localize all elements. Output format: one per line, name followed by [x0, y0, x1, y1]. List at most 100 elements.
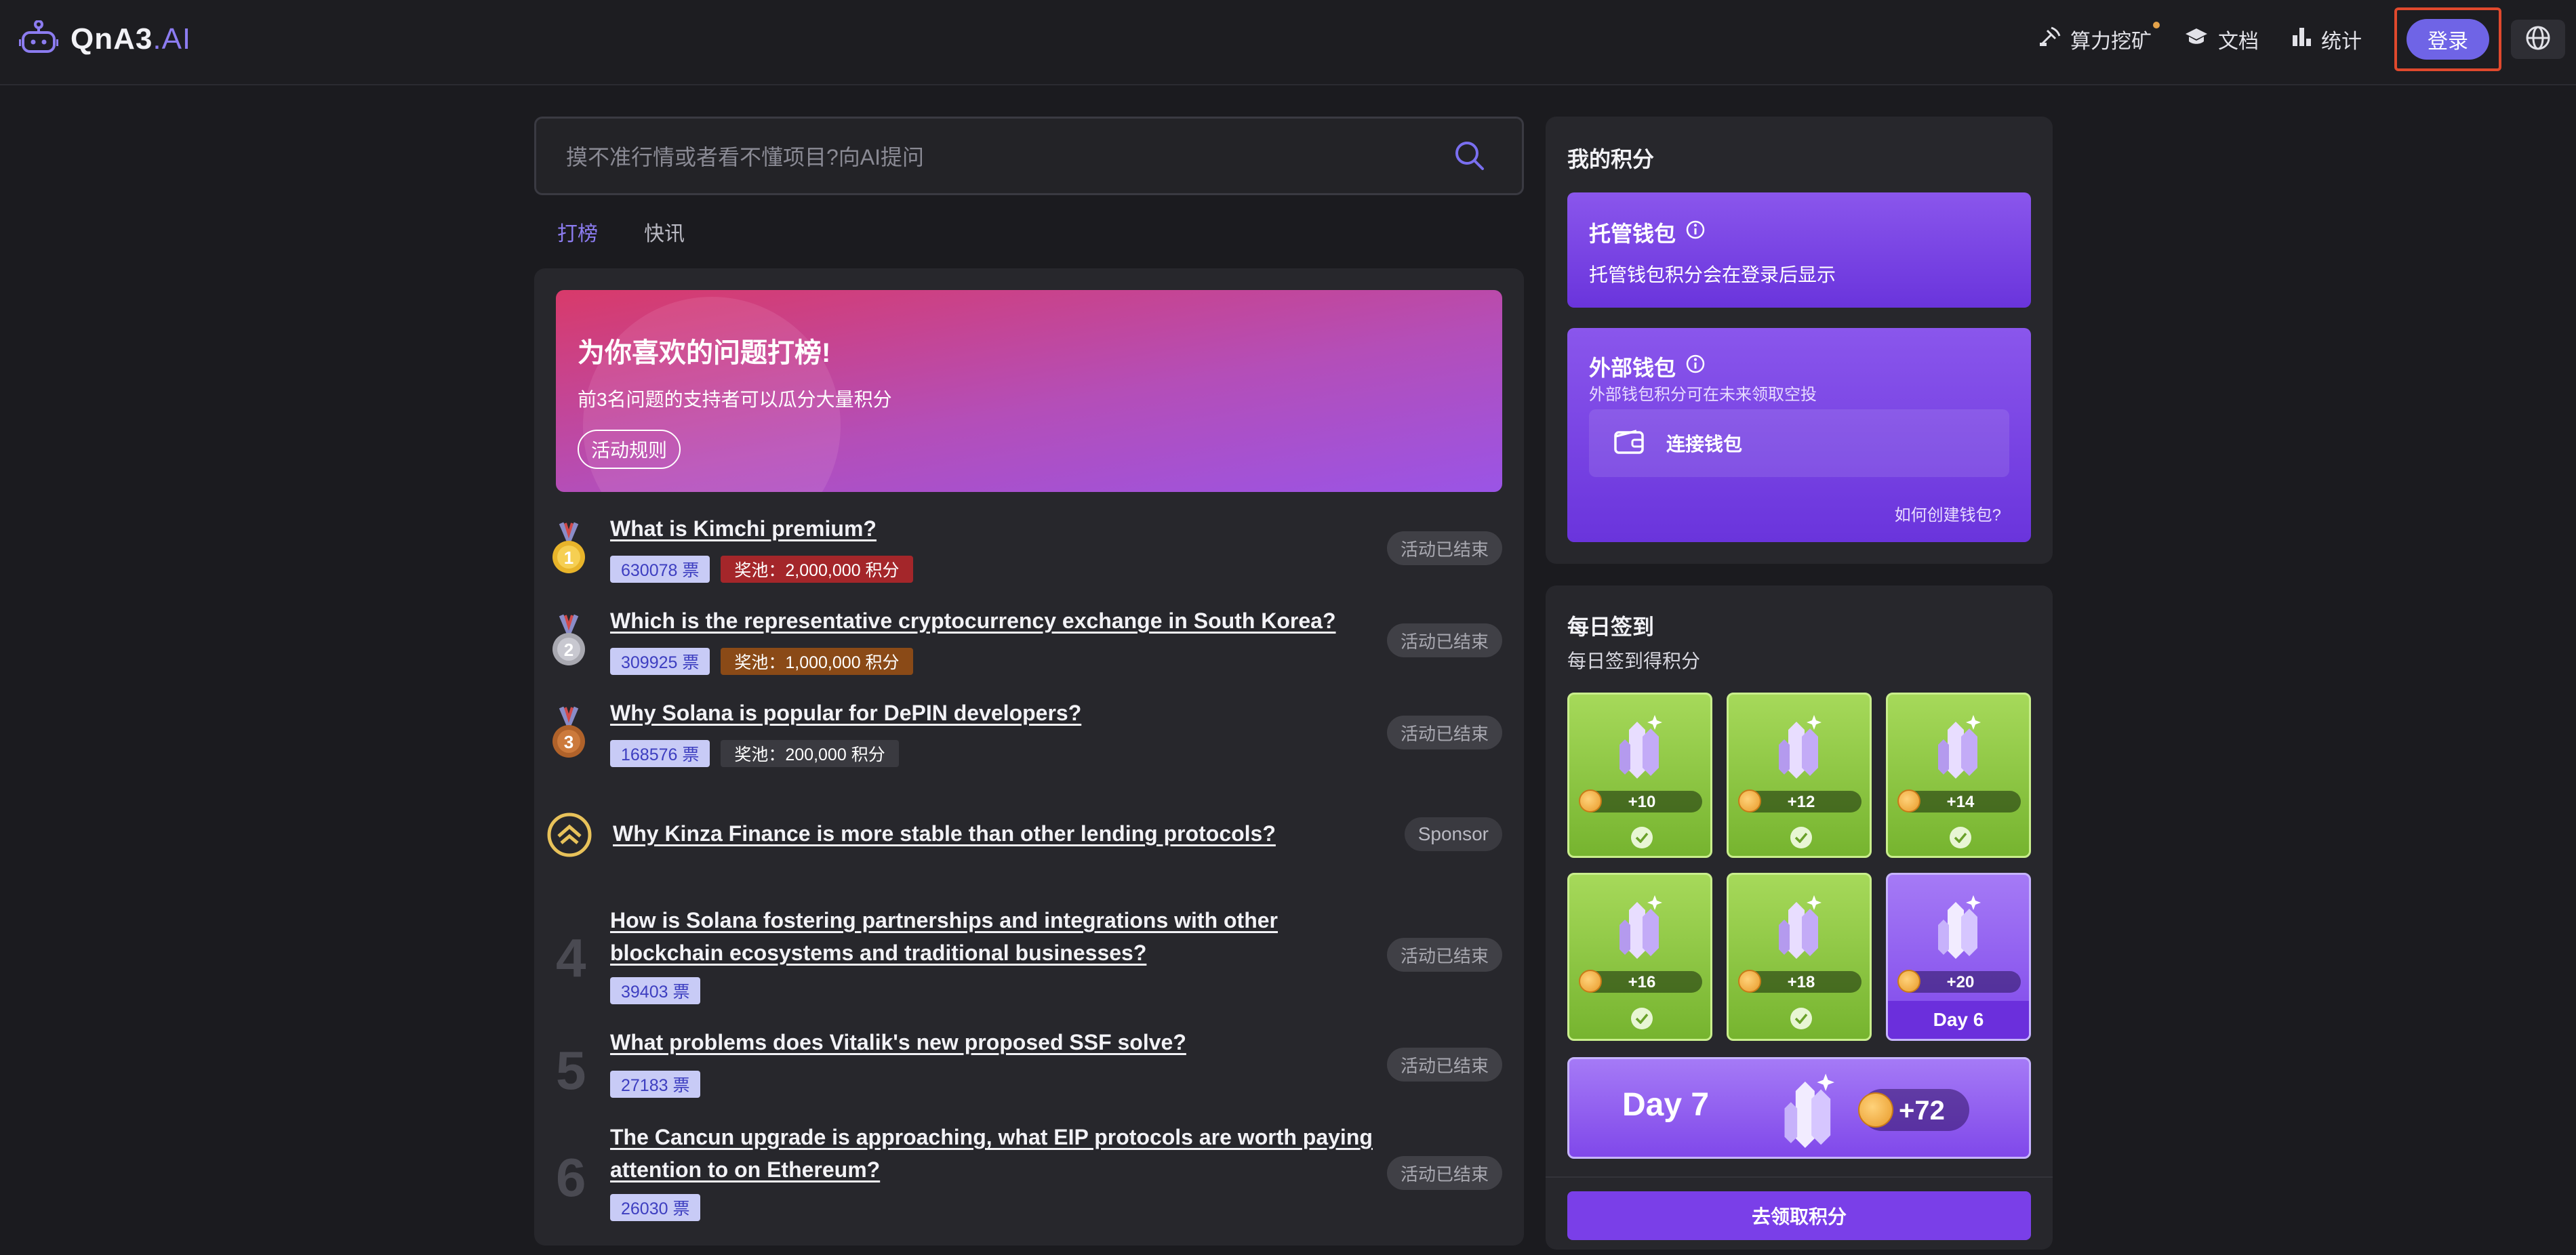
checkin-day-2[interactable]: +12	[1727, 693, 1872, 858]
question-link[interactable]: The Cancun upgrade is approaching, what …	[610, 1121, 1390, 1186]
language-button[interactable]	[2511, 20, 2565, 59]
external-wallet-title: 外部钱包	[1589, 351, 1706, 382]
silver-medal-icon: 2	[549, 614, 588, 673]
question-link[interactable]: Which is the representative cryptocurren…	[610, 609, 1336, 634]
reward-value: +20	[1946, 973, 1975, 991]
connect-wallet-label: 连接钱包	[1666, 434, 1743, 455]
wallet-icon	[1589, 428, 1666, 459]
crystal-icon	[1773, 890, 1829, 966]
reward-value: +16	[1628, 973, 1656, 991]
day7-label: Day 7	[1622, 1087, 1710, 1123]
login-button[interactable]: 登录	[2407, 19, 2489, 60]
today-label: Day 6	[1888, 1001, 2029, 1039]
search-icon[interactable]	[1453, 139, 1487, 176]
prize-pool: 奖池：200,000 积分	[721, 740, 899, 767]
nav-stats-label: 统计	[2321, 30, 2362, 53]
crystal-icon	[1773, 709, 1829, 786]
search-input[interactable]	[566, 140, 1407, 174]
crystal-icon	[1774, 1067, 1847, 1156]
checkin-day-6-today[interactable]: +20 Day 6	[1886, 873, 2031, 1041]
vote-count: 168576 票	[610, 740, 710, 767]
create-wallet-link[interactable]: 如何创建钱包?	[1895, 501, 2001, 525]
info-icon[interactable]	[1676, 354, 1706, 379]
checkmark-icon	[1790, 1008, 1812, 1029]
mining-icon	[2038, 25, 2070, 54]
my-points-panel: 我的积分 托管钱包 托管钱包积分会在登录后显示 外部钱包 外部钱包积分可在未来领…	[1546, 117, 2053, 564]
claim-points-button[interactable]: 去领取积分	[1567, 1191, 2031, 1240]
robot-logo-icon	[18, 20, 59, 58]
gold-medal-icon: 1	[549, 522, 588, 581]
svg-text:2: 2	[564, 640, 573, 660]
ranking-panel: 为你喜欢的问题打榜! 前3名问题的支持者可以瓜分大量积分 活动规则 1 What…	[534, 268, 1524, 1246]
custodial-wallet-text: 托管钱包积分会在登录后显示	[1589, 264, 1836, 285]
prize-pool: 奖池：1,000,000 积分	[721, 648, 913, 675]
question-link[interactable]: What problems does Vitalik's new propose…	[610, 1030, 1186, 1055]
divider	[1546, 1176, 2053, 1178]
checkin-subtitle: 每日签到得积分	[1567, 651, 1701, 672]
checkmark-icon	[1790, 827, 1812, 848]
bar-chart-icon	[2291, 26, 2321, 53]
checkin-day-7[interactable]: Day 7 +72	[1567, 1057, 2031, 1159]
checkin-title: 每日签到	[1567, 615, 1655, 639]
crystal-icon	[1933, 709, 1988, 786]
status-badge: 活动已结束	[1386, 623, 1502, 657]
rank-number: 5	[556, 1040, 586, 1100]
checkin-day-4[interactable]: +16	[1567, 873, 1712, 1041]
checkin-day-5[interactable]: +18	[1727, 873, 1872, 1041]
top-header: QnA3.AI 算力挖矿 文档 统计 登录	[0, 0, 2576, 85]
coin-icon	[1858, 1092, 1893, 1128]
vote-count: 39403 票	[610, 977, 701, 1004]
banner-subtitle: 前3名问题的支持者可以瓜分大量积分	[578, 389, 892, 410]
status-badge: 活动已结束	[1386, 531, 1502, 565]
connect-wallet-button[interactable]: 连接钱包	[1589, 409, 2009, 477]
checkin-day-3[interactable]: +14	[1886, 693, 2031, 858]
tab-ranking[interactable]: 打榜	[557, 217, 598, 247]
vote-count: 309925 票	[610, 648, 710, 675]
notification-dot	[2153, 22, 2160, 28]
docs-icon	[2184, 26, 2218, 52]
crystal-icon	[1614, 890, 1670, 966]
question-link[interactable]: How is Solana fostering partnerships and…	[610, 904, 1390, 969]
reward-value: +12	[1787, 793, 1815, 811]
banner-title: 为你喜欢的问题打榜!	[578, 338, 831, 368]
status-badge: 活动已结束	[1386, 716, 1502, 749]
rules-button[interactable]: 活动规则	[578, 430, 681, 469]
sponsor-question-link[interactable]: Why Kinza Finance is more stable than ot…	[613, 821, 1276, 846]
tab-news[interactable]: 快讯	[644, 217, 685, 247]
vote-count: 26030 票	[610, 1194, 701, 1221]
nav-docs-label: 文档	[2218, 30, 2259, 53]
svg-text:3: 3	[564, 732, 573, 752]
info-icon[interactable]	[1676, 220, 1706, 245]
question-link[interactable]: Why Solana is popular for DePIN develope…	[610, 701, 1081, 726]
custodial-wallet-card: 托管钱包 托管钱包积分会在登录后显示	[1567, 192, 2031, 308]
external-wallet-card: 外部钱包 外部钱包积分可在未来领取空投 连接钱包 如何创建钱包?	[1567, 328, 2031, 542]
rank-number: 6	[556, 1147, 586, 1208]
login-highlight-box: 登录	[2394, 7, 2501, 71]
logo[interactable]: QnA3.AI	[18, 20, 192, 58]
question-link[interactable]: What is Kimchi premium?	[610, 516, 877, 541]
nav-mining[interactable]: 算力挖矿	[2038, 22, 2160, 54]
campaign-banner: 为你喜欢的问题打榜! 前3名问题的支持者可以瓜分大量积分 活动规则	[556, 290, 1502, 492]
prize-pool: 奖池：2,000,000 积分	[721, 556, 913, 583]
checkin-day-1[interactable]: +10	[1567, 693, 1712, 858]
status-badge: 活动已结束	[1386, 938, 1502, 972]
crystal-icon	[1933, 890, 1988, 966]
kinza-logo-icon	[546, 812, 592, 861]
checkmark-icon	[1631, 827, 1653, 848]
status-badge: 活动已结束	[1386, 1156, 1502, 1190]
rank-number: 4	[556, 928, 586, 988]
logo-text: QnA3.AI	[71, 22, 192, 56]
search-box	[534, 117, 1524, 195]
external-wallet-text: 外部钱包积分可在未来领取空投	[1589, 386, 1817, 404]
crystal-icon	[1614, 709, 1670, 786]
svg-text:1: 1	[564, 548, 573, 568]
reward-value: +14	[1946, 793, 1975, 811]
nav-docs[interactable]: 文档	[2184, 24, 2259, 54]
checkmark-icon	[1950, 827, 1971, 848]
checkmark-icon	[1631, 1008, 1653, 1029]
vote-count: 630078 票	[610, 556, 710, 583]
daily-checkin-panel: 每日签到 每日签到得积分 +10 +12 +14 +16 +18 +20 Day…	[1546, 585, 2053, 1250]
custodial-wallet-title: 托管钱包	[1589, 217, 1706, 248]
nav-stats[interactable]: 统计	[2291, 24, 2362, 54]
top-nav: 算力挖矿 文档 统计 登录	[2038, 0, 2576, 79]
